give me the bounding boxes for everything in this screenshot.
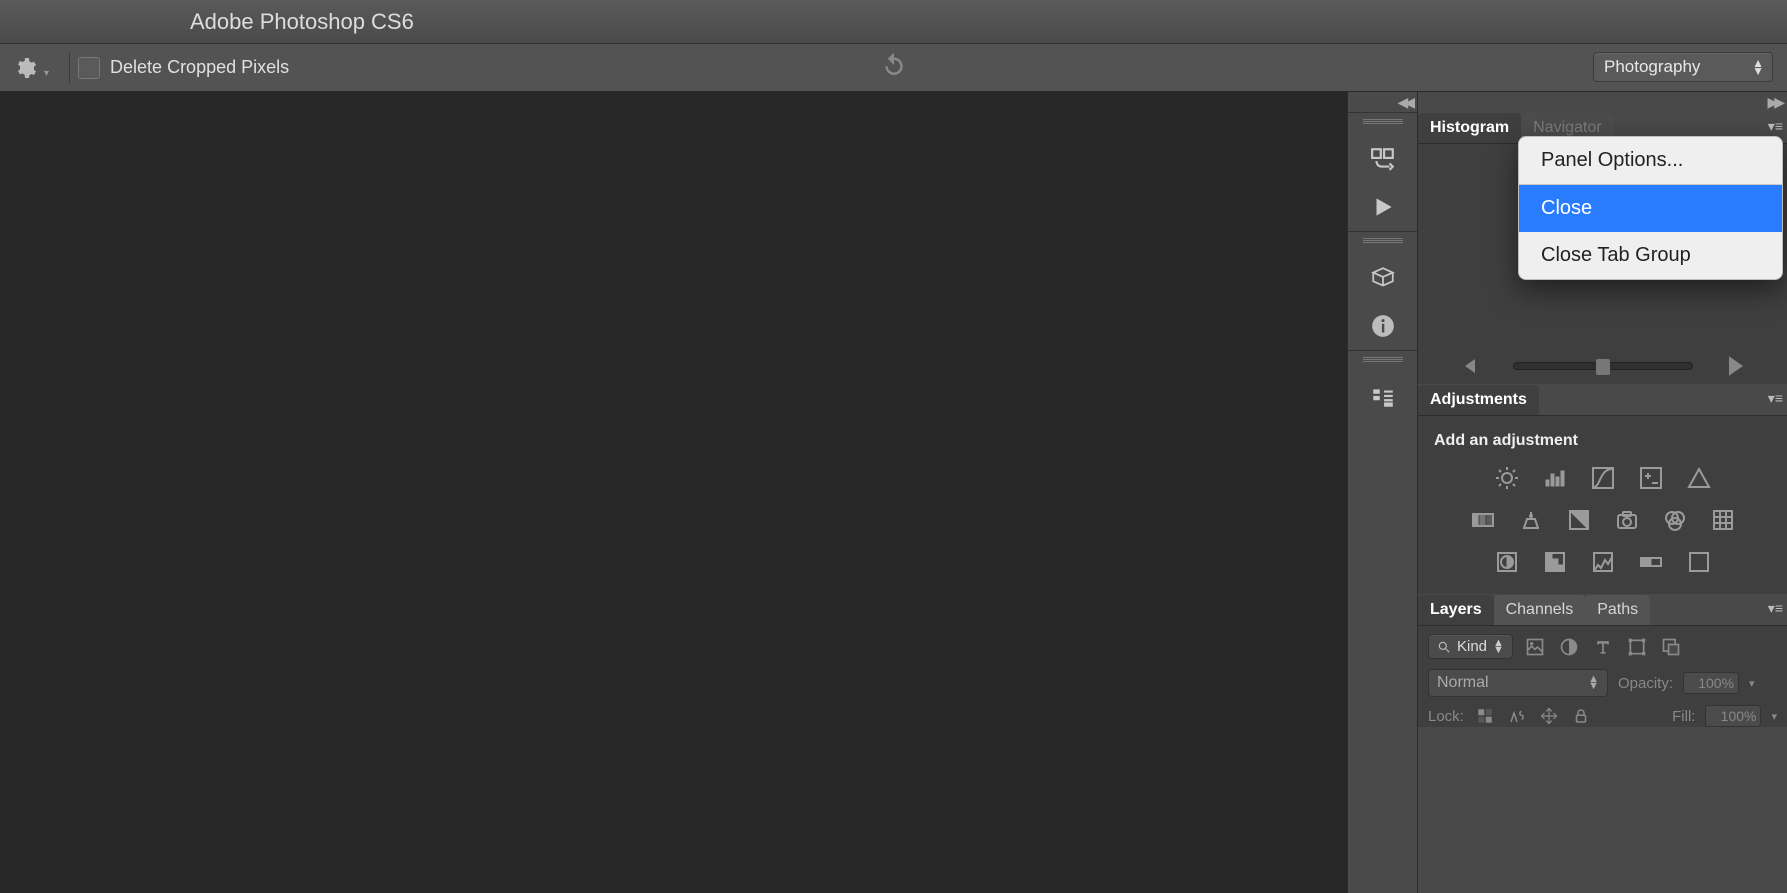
app-title: Adobe Photoshop CS6 — [190, 9, 414, 35]
zoom-large-icon[interactable] — [1729, 356, 1743, 376]
filter-pixel-icon[interactable] — [1523, 635, 1547, 659]
reset-crop-icon[interactable] — [879, 50, 909, 85]
tab-histogram[interactable]: Histogram — [1418, 113, 1521, 143]
lock-label: Lock: — [1428, 708, 1464, 725]
tool-preset-gear-icon[interactable] — [10, 53, 40, 83]
tab-adjustments[interactable]: Adjustments — [1418, 385, 1539, 415]
tab-channels[interactable]: Channels — [1494, 595, 1586, 625]
color-lookup-icon[interactable] — [1707, 506, 1739, 534]
exposure-icon[interactable] — [1635, 464, 1667, 492]
brightness-contrast-icon[interactable] — [1491, 464, 1523, 492]
photo-filter-icon[interactable] — [1611, 506, 1643, 534]
fill-value[interactable]: 100% — [1705, 705, 1761, 727]
delete-cropped-pixels-label: Delete Cropped Pixels — [110, 57, 289, 78]
fill-dropdown-icon[interactable]: ▾ — [1771, 710, 1777, 723]
layers-tabrow: Layers Channels Paths ▾≡ — [1418, 594, 1787, 626]
separator — [69, 53, 70, 83]
layers-filter-row: Kind ▲▼ — [1428, 634, 1777, 659]
document-canvas[interactable] — [0, 92, 1347, 893]
levels-icon[interactable] — [1539, 464, 1571, 492]
delete-cropped-pixels-checkbox[interactable] — [78, 57, 100, 79]
filter-type-icon[interactable] — [1591, 635, 1615, 659]
panel-menu-icon[interactable]: ▾≡ — [1768, 600, 1783, 617]
panel-expand-icon[interactable]: ▶▶ — [1767, 94, 1781, 111]
lock-position-icon[interactable] — [1538, 705, 1560, 727]
selective-color-icon[interactable] — [1683, 548, 1715, 576]
dock-grip[interactable] — [1363, 119, 1403, 125]
zoom-slider-track[interactable] — [1513, 362, 1693, 370]
curves-icon[interactable] — [1587, 464, 1619, 492]
invert-icon[interactable] — [1491, 548, 1523, 576]
lock-pixels-icon[interactable] — [1506, 705, 1528, 727]
filter-smart-object-icon[interactable] — [1659, 635, 1683, 659]
color-balance-icon[interactable] — [1515, 506, 1547, 534]
updown-icon: ▲▼ — [1752, 59, 1762, 75]
info-panel-icon[interactable] — [1365, 308, 1401, 344]
kind-label: Kind — [1457, 638, 1487, 655]
updown-icon: ▲▼ — [1493, 640, 1504, 654]
fill-label: Fill: — [1672, 708, 1695, 725]
layer-filter-kind-select[interactable]: Kind ▲▼ — [1428, 634, 1513, 659]
panel-menu-icon[interactable]: ▾≡ — [1768, 118, 1783, 135]
adjustments-panel-body: Add an adjustment — [1418, 416, 1787, 594]
panel-context-menu: Panel Options... Close Close Tab Group — [1518, 136, 1783, 280]
blend-mode-row: Normal ▲▼ Opacity: 100% ▾ — [1428, 669, 1777, 697]
hue-saturation-icon[interactable] — [1467, 506, 1499, 534]
dock-collapse-icon[interactable]: ◀◀ — [1397, 94, 1411, 111]
blend-mode-select[interactable]: Normal ▲▼ — [1428, 669, 1608, 697]
blend-mode-label: Normal — [1437, 674, 1489, 692]
search-icon — [1437, 640, 1451, 654]
filter-adjustment-icon[interactable] — [1557, 635, 1581, 659]
clone-source-panel-icon[interactable] — [1365, 379, 1401, 415]
threshold-icon[interactable] — [1587, 548, 1619, 576]
workspace-selected-label: Photography — [1604, 57, 1700, 77]
opacity-dropdown-icon[interactable]: ▾ — [1749, 677, 1755, 690]
workspace-switcher[interactable]: Photography ▲▼ — [1593, 52, 1773, 82]
properties-panel-icon[interactable] — [1365, 260, 1401, 296]
collapsed-panel-dock: ◀◀ — [1347, 92, 1417, 893]
options-bar: ▾ Delete Cropped Pixels Photography ▲▼ — [0, 44, 1787, 92]
menu-panel-options[interactable]: Panel Options... — [1519, 137, 1782, 184]
tab-paths[interactable]: Paths — [1585, 595, 1650, 625]
posterize-icon[interactable] — [1539, 548, 1571, 576]
filter-shape-icon[interactable] — [1625, 635, 1649, 659]
menu-close[interactable]: Close — [1519, 185, 1782, 232]
actions-panel-icon[interactable] — [1365, 189, 1401, 225]
opacity-label: Opacity: — [1618, 675, 1673, 692]
lock-transparency-icon[interactable] — [1474, 705, 1496, 727]
menu-close-tab-group[interactable]: Close Tab Group — [1519, 232, 1782, 279]
lock-all-icon[interactable] — [1570, 705, 1592, 727]
dock-grip[interactable] — [1363, 238, 1403, 244]
opacity-value[interactable]: 100% — [1683, 672, 1739, 694]
gradient-map-icon[interactable] — [1635, 548, 1667, 576]
tab-layers[interactable]: Layers — [1418, 595, 1494, 625]
layers-panel-body: Kind ▲▼ Normal ▲▼ Opacity: 100% — [1418, 626, 1787, 727]
lock-row: Lock: Fill: 100% ▾ — [1428, 705, 1777, 727]
zoom-slider-thumb[interactable] — [1596, 359, 1610, 375]
adjustments-tabrow: Adjustments ▾≡ — [1418, 384, 1787, 416]
tool-preset-dropdown-arrow-icon[interactable]: ▾ — [44, 68, 49, 79]
channel-mixer-icon[interactable] — [1659, 506, 1691, 534]
title-bar: Adobe Photoshop CS6 — [0, 0, 1787, 44]
adjustments-subtitle: Add an adjustment — [1434, 432, 1775, 450]
vibrance-icon[interactable] — [1683, 464, 1715, 492]
updown-icon: ▲▼ — [1588, 676, 1599, 690]
panel-menu-icon[interactable]: ▾≡ — [1768, 390, 1783, 407]
navigator-zoom-slider — [1418, 354, 1787, 378]
dock-grip[interactable] — [1363, 357, 1403, 363]
zoom-small-icon[interactable] — [1465, 359, 1475, 373]
history-panel-icon[interactable] — [1365, 141, 1401, 177]
black-white-icon[interactable] — [1563, 506, 1595, 534]
